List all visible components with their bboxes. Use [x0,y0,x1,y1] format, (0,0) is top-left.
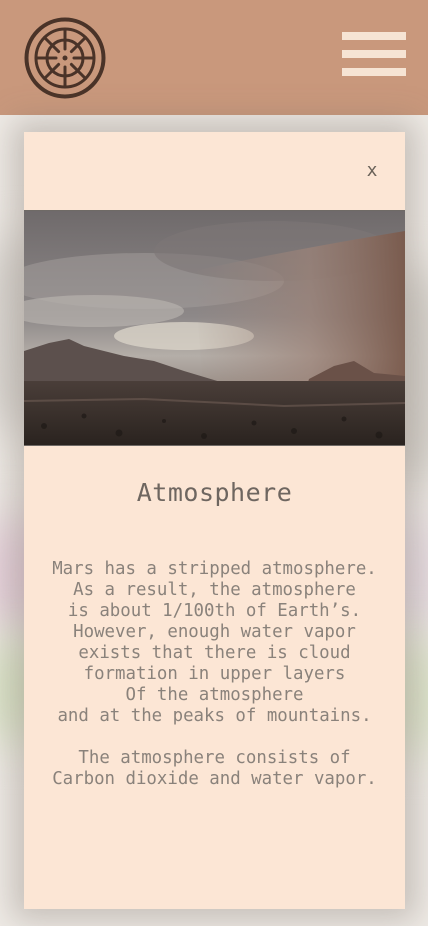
close-button[interactable]: x [357,158,387,184]
modal-paragraph: The atmosphere consists of Carbon dioxid… [52,748,377,789]
modal-body: Mars has a stripped atmosphere. As a res… [24,559,405,811]
menu-bar-top [342,32,406,40]
modal-paragraph: Mars has a stripped atmosphere. As a res… [52,559,377,726]
modal-title: Atmosphere [136,478,293,507]
top-header [0,0,428,115]
menu-bar-bottom [342,68,406,76]
ship-wheel-icon[interactable] [24,17,106,99]
dust-storm-photo [24,210,405,446]
hamburger-menu-icon[interactable] [342,32,406,76]
menu-bar-middle [342,50,406,58]
atmosphere-modal: x Atmosphere Mars has a stripped atmosph… [24,132,405,909]
